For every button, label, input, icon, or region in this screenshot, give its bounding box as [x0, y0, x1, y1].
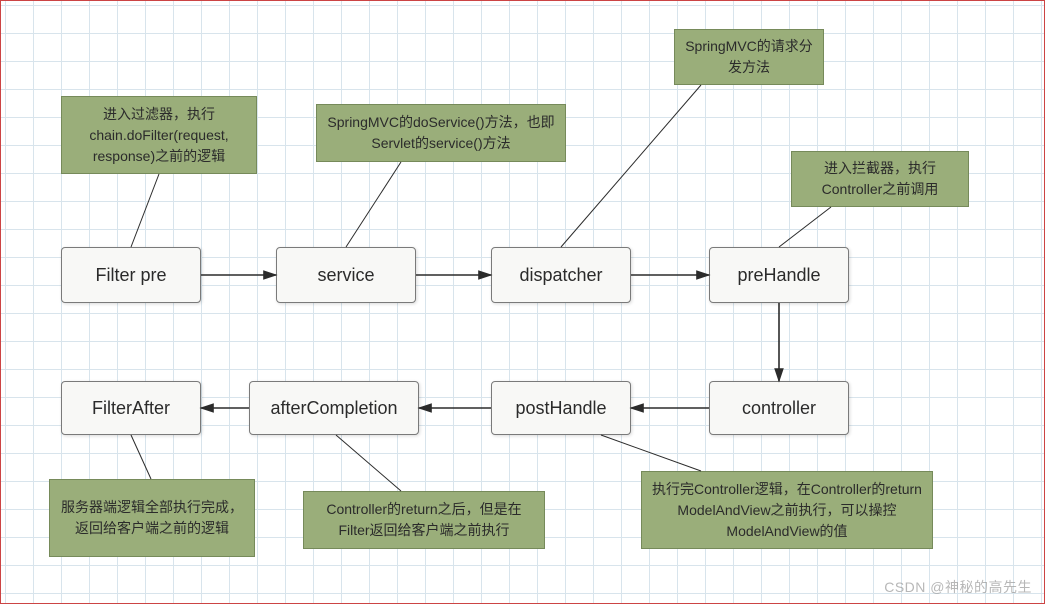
node-service: service	[276, 247, 416, 303]
note-pre-handle: 进入拦截器，执行Controller之前调用	[791, 151, 969, 207]
node-post-handle: postHandle	[491, 381, 631, 435]
note-after-completion: Controller的return之后，但是在Filter返回给客户端之前执行	[303, 491, 545, 549]
note-service: SpringMVC的doService()方法，也即Servlet的servic…	[316, 104, 566, 162]
note-filter-after: 服务器端逻辑全部执行完成，返回给客户端之前的逻辑	[49, 479, 255, 557]
node-controller: controller	[709, 381, 849, 435]
node-pre-handle: preHandle	[709, 247, 849, 303]
note-dispatcher: SpringMVC的请求分发方法	[674, 29, 824, 85]
note-post-handle: 执行完Controller逻辑，在Controller的return Model…	[641, 471, 933, 549]
node-filter-after: FilterAfter	[61, 381, 201, 435]
node-filter-pre: Filter pre	[61, 247, 201, 303]
node-dispatcher: dispatcher	[491, 247, 631, 303]
diagram-canvas: 进入过滤器，执行chain.doFilter(request, response…	[0, 0, 1045, 604]
watermark: CSDN @神秘的高先生	[884, 577, 1032, 597]
node-after-completion: afterCompletion	[249, 381, 419, 435]
note-filter-pre: 进入过滤器，执行chain.doFilter(request, response…	[61, 96, 257, 174]
